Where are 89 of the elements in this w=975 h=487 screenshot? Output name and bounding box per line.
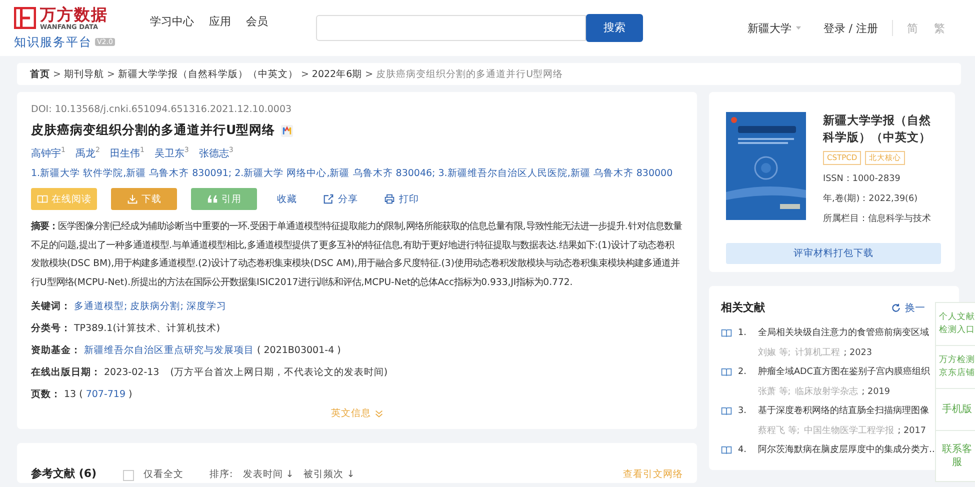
related-source: 中国生物医学工程学报 <box>804 424 894 436</box>
author-link[interactable]: 吴卫东$^{3}$ <box>154 146 189 160</box>
login-link[interactable]: 登录 / 注册 <box>823 20 878 36</box>
nav-link[interactable]: 应用 <box>209 14 231 28</box>
logo-icon <box>14 7 36 29</box>
author-link[interactable]: 禹龙$^{2}$ <box>75 146 100 160</box>
institution-link[interactable]: 新疆大学 <box>747 20 792 36</box>
refresh-button[interactable]: 换一 <box>891 300 925 314</box>
keyword-link[interactable]: 多通道模型; <box>74 300 128 313</box>
article-title: 皮肤癌病变组织分割的多通道并行U型网络 <box>31 122 276 139</box>
pack-download-button[interactable]: 评审材料打包下载 <box>726 243 941 264</box>
caret-icon <box>796 26 802 30</box>
breadcrumb-link[interactable]: 首页 <box>30 68 50 80</box>
author-link[interactable]: 高钟宇$^{1}$ <box>31 146 66 160</box>
nav-link[interactable]: 会员 <box>246 14 268 28</box>
keyword-link[interactable]: 皮肤病分割; <box>130 300 184 313</box>
doi-text: DOI: 10.13568/j.cnki.651094.651316.2021.12.10.0003 <box>31 104 293 115</box>
m-icon <box>281 124 294 136</box>
affiliations-text: 1.新疆大学 软件学院,新疆 乌鲁木齐 830091; 2.新疆大学 网络中心,新疆 乌鲁木齐 830046; 3.新疆维吾尔自治区人民医院,新疆 乌鲁木齐 830000 <box>31 167 674 180</box>
item-number: 4. <box>738 445 748 455</box>
author-link[interactable]: 张德志$^{3}$ <box>198 146 234 160</box>
breadcrumb-separator: > <box>106 68 115 80</box>
related-authors: 张萧 等; <box>758 386 791 398</box>
section-title: 相关文献 <box>721 300 765 315</box>
sort-label: 排序: <box>210 468 233 482</box>
breadcrumb-separator: > <box>300 68 309 80</box>
field-label: 页数： <box>31 388 61 401</box>
field-value: TP389.1(计算技术、计算机技术) <box>74 322 220 335</box>
book-icon <box>721 445 732 455</box>
column-text: 所属栏目：信息科学与技术 <box>823 213 932 225</box>
nav-link[interactable]: 学习中心 <box>150 14 194 28</box>
sort-link[interactable]: 发表时间 ↓ <box>242 468 294 482</box>
search-button[interactable]: 搜索 <box>586 14 643 42</box>
abstract-text: 摘要：医学图像分割已经成为辅助诊断当中重要的一环.受困于单通道模型特征提取能力的限制,网络所能获取的信息总量有限,导致性能无法进一步提升.针对信息数量不足的问题,提出了一种多通道模型.与单通道模型相比,多通道模型提供了更多互补的特征信息,有助于更好地进行特征提取与数据表达.结果如下:(1)设计了动态卷积发散模块(DSC BM),用于构建多通道模型.(2)设计了动态卷积集束模块(DSC AM),用于融合多尺度特征.(3)使用动态卷积发散模块与动态卷积集束模块构建多通道并行U型网络(MCPU-Net).所提出的方法在国际公开数据集ISIC2017进行训练和评估,MCPU-Net的总体Acc指标为0.933,JI指标为0.772. <box>31 220 683 290</box>
issn-text: ISSN：1000-2839 <box>823 173 902 185</box>
field-value: ( 2021B03001-4 ) <box>257 344 341 356</box>
breadcrumb-link[interactable]: 期刊导航 <box>64 68 104 80</box>
keyword-link[interactable]: 深度学习 <box>186 300 226 313</box>
item-number: 3. <box>738 406 748 416</box>
search-field[interactable] <box>316 14 586 40</box>
related-year: ; 2019 <box>862 386 890 396</box>
breadcrumb-separator: > <box>365 68 374 80</box>
field-label: 资助基金： <box>31 344 81 357</box>
breadcrumb-link[interactable]: 皮肤癌病变组织分割的多通道并行U型网络 <box>376 68 564 80</box>
download-icon <box>126 194 138 204</box>
book-icon <box>721 406 732 416</box>
author-link[interactable]: 田生伟$^{1}$ <box>110 146 144 160</box>
related-article-link[interactable]: 全局相关块级自注意力的食管癌前病变区域 <box>758 327 929 339</box>
related-article-link[interactable]: 基于深度卷积网络的结直肠全扫描病理图像 <box>758 405 929 417</box>
chevron-down-icon <box>375 410 383 418</box>
related-article-link[interactable]: 肿瘤全域ADC直方图在鉴别子宫内膜癌组织 <box>758 366 930 378</box>
book-icon <box>721 367 732 377</box>
field-value: 2023-02-13 <box>104 366 160 378</box>
field-value: ) <box>128 388 132 400</box>
field-label: 在线出版日期： <box>31 366 101 379</box>
book-icon <box>721 328 732 338</box>
share-icon <box>323 194 334 204</box>
related-authors: 刘婌 等; <box>758 346 791 358</box>
volume-text: 年,卷(期)：2022,39(6) <box>823 193 918 205</box>
collect-link[interactable]: 收藏 <box>271 192 303 206</box>
field-value: 13 ( <box>64 388 83 400</box>
related-year: ; 2017 <box>898 426 926 436</box>
related-source: 计算机工程 <box>794 346 840 358</box>
checkbox[interactable] <box>122 470 134 482</box>
item-number: 2. <box>738 367 748 377</box>
book-icon <box>36 194 48 204</box>
quote-icon <box>206 194 218 204</box>
breadcrumb-link[interactable]: 新疆大学学报（自然科学版）（中英文） <box>118 68 298 80</box>
print-link[interactable]: 打印 <box>378 192 425 206</box>
related-year: ; 2023 <box>844 348 872 358</box>
platform-name: 知识服务平台 <box>14 34 92 50</box>
breadcrumb-link[interactable]: 2022年6期 <box>312 68 362 80</box>
item-number: 1. <box>738 328 748 338</box>
fund-link[interactable]: 新疆维吾尔自治区重点研究与发展项目 <box>84 344 254 357</box>
checkbox-label: 仅看全文 <box>144 468 184 482</box>
related-source: 临床放射学杂志 <box>794 386 858 398</box>
journal-name: 新疆大学学报（自然科学版）（中英文） <box>823 112 932 146</box>
field-label: 分类号： <box>31 322 71 335</box>
field-label: 关键词： <box>31 300 71 313</box>
sort-link[interactable]: 被引频次 ↓ <box>304 468 355 482</box>
refresh-icon <box>891 302 901 312</box>
date-note: (万方平台首次上网日期，不代表论文的发表时间) <box>170 366 388 379</box>
breadcrumb-separator: > <box>53 68 61 80</box>
section-title: 参考文献 (6) <box>31 466 97 482</box>
printer-icon <box>384 194 395 204</box>
share-link[interactable]: 分享 <box>317 192 364 206</box>
logo-title: 万方数据 <box>40 6 108 22</box>
pages-link[interactable]: 707-719 <box>86 388 126 400</box>
related-authors: 蔡程飞 等; <box>758 424 800 436</box>
